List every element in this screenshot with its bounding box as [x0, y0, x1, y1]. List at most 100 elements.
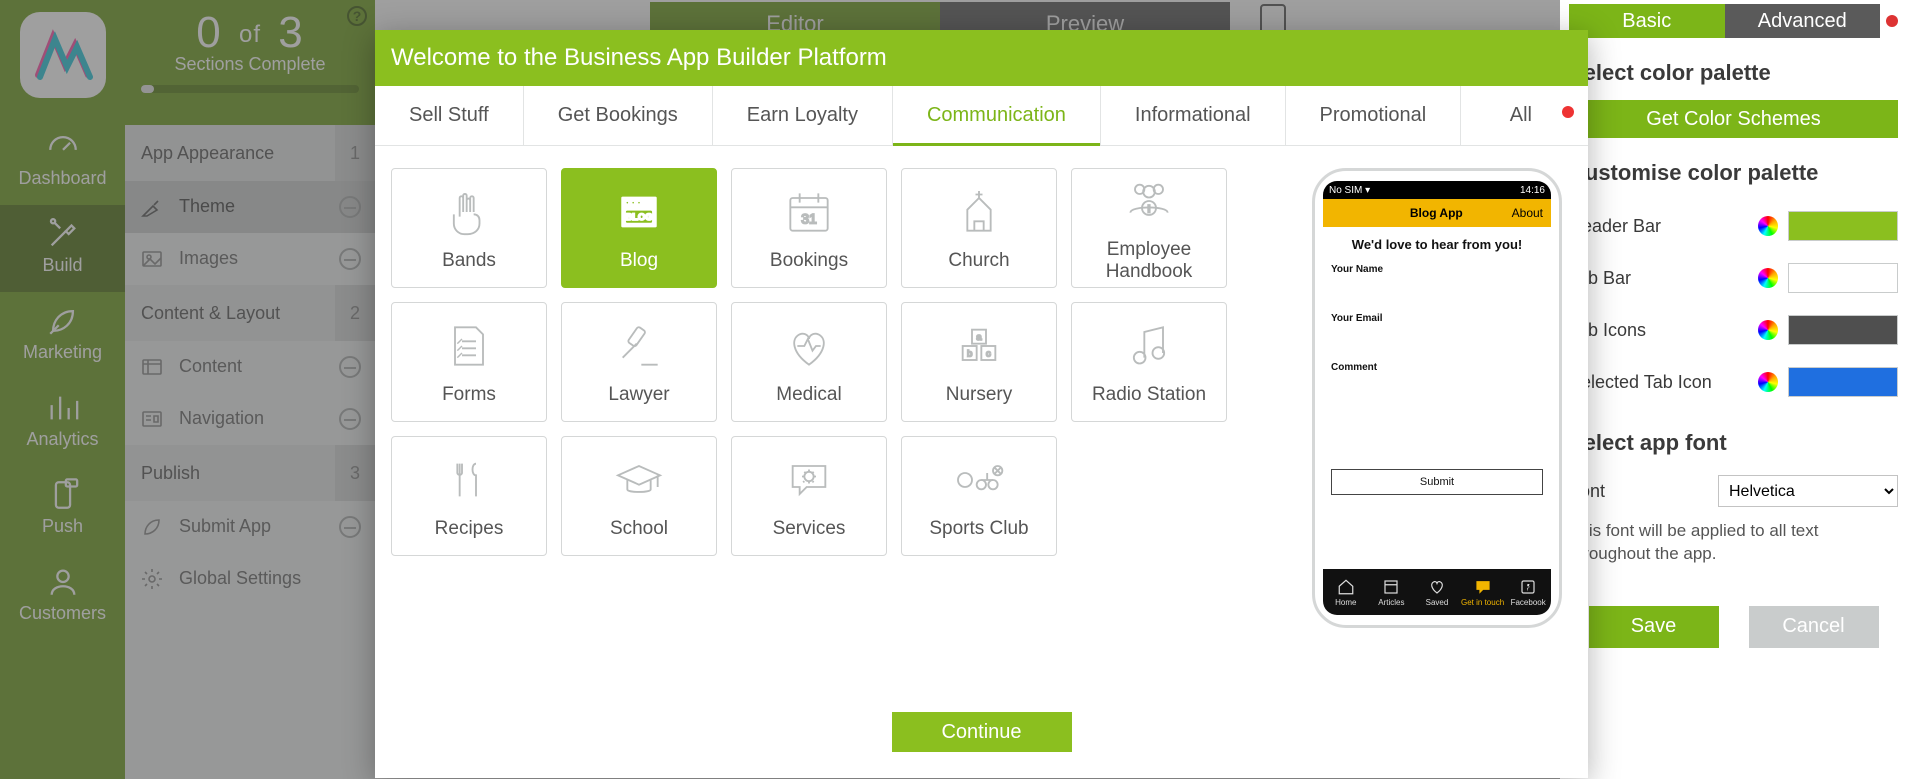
tile-radio-station[interactable]: Radio Station — [1071, 302, 1227, 422]
modal-tab-get-bookings[interactable]: Get Bookings — [524, 86, 713, 145]
tile-label: Lawyer — [608, 384, 669, 406]
row-tab-bar: Tab Bar — [1569, 252, 1898, 304]
modal-tab-sell-stuff[interactable]: Sell Stuff — [375, 86, 524, 145]
save-button[interactable]: Save — [1589, 606, 1719, 648]
mode-basic[interactable]: Basic — [1569, 4, 1725, 38]
modal-tab-label: Sell Stuff — [409, 104, 489, 126]
modal-tab-label: Promotional — [1320, 104, 1427, 126]
phone-email-label: Your Email — [1331, 313, 1543, 324]
form-icon — [441, 318, 497, 374]
tile-medical[interactable]: Medical — [731, 302, 887, 422]
tile-label: Bands — [442, 250, 496, 272]
row-header-bar: Header Bar — [1569, 200, 1898, 252]
phone-tab-label: Get in touch — [1461, 598, 1504, 607]
mode-advanced[interactable]: Advanced — [1725, 4, 1881, 38]
tile-sports-club[interactable]: Sports Club — [901, 436, 1057, 556]
people-info-icon: i — [1121, 173, 1177, 229]
row-selected-tab-label: Selected Tab Icon — [1569, 372, 1712, 393]
color-picker-icon[interactable] — [1758, 216, 1778, 236]
mode-basic-label: Basic — [1622, 10, 1671, 33]
modal-tab-promotional[interactable]: Promotional — [1286, 86, 1462, 145]
tile-services[interactable]: Services — [731, 436, 887, 556]
svg-text:31: 31 — [801, 211, 817, 227]
phone-submit-button: Submit — [1331, 469, 1543, 495]
swatch-selected-tab[interactable] — [1788, 367, 1898, 397]
tile-label: Blog — [620, 250, 658, 272]
phone-tab-facebook: Facebook — [1505, 569, 1551, 615]
tile-label: Recipes — [435, 518, 504, 540]
row-tab-icons: Tab Icons — [1569, 304, 1898, 356]
tile-blog[interactable]: BLOG Blog — [561, 168, 717, 288]
phone-appbar-about: About — [1512, 206, 1543, 220]
phone-tab-home: Home — [1323, 569, 1369, 615]
swatch-header-bar[interactable] — [1788, 211, 1898, 241]
phone-tab-label: Facebook — [1511, 598, 1546, 607]
phone-appbar-title: Blog App — [1361, 206, 1512, 220]
get-color-schemes-button[interactable]: Get Color Schemes — [1569, 100, 1898, 138]
color-picker-icon[interactable] — [1758, 372, 1778, 392]
tile-bands[interactable]: Bands — [391, 168, 547, 288]
modal-tab-label: All — [1510, 104, 1532, 126]
modal-tabs: Sell Stuff Get Bookings Earn Loyalty Com… — [375, 86, 1588, 146]
phone-submit-label: Submit — [1420, 476, 1454, 488]
phone-tabbar: Home Articles Saved Get in touch Faceboo… — [1323, 569, 1551, 615]
phone-tab-articles: Articles — [1369, 569, 1415, 615]
row-selected-tab: Selected Tab Icon — [1569, 356, 1898, 408]
modal-tab-label: Get Bookings — [558, 104, 678, 126]
tile-recipes[interactable]: Recipes — [391, 436, 547, 556]
heading-select-palette: Select color palette — [1569, 60, 1898, 86]
tile-employee-handbook[interactable]: i Employee Handbook — [1071, 168, 1227, 288]
modal-tab-all[interactable]: All — [1476, 86, 1588, 145]
tile-label: Radio Station — [1092, 384, 1206, 406]
tile-school[interactable]: School — [561, 436, 717, 556]
modal-tab-informational[interactable]: Informational — [1101, 86, 1286, 145]
tile-label: School — [610, 518, 668, 540]
svg-text:BLOG: BLOG — [626, 212, 653, 222]
tile-lawyer[interactable]: Lawyer — [561, 302, 717, 422]
tile-forms[interactable]: Forms — [391, 302, 547, 422]
phone-tab-label: Home — [1335, 598, 1356, 607]
tile-bookings[interactable]: 31 Bookings — [731, 168, 887, 288]
phone-tab-get-in-touch: Get in touch — [1460, 569, 1506, 615]
tile-nursery[interactable]: abc Nursery — [901, 302, 1057, 422]
color-picker-icon[interactable] — [1758, 268, 1778, 288]
phone-status-left: No SIM ▾ — [1329, 185, 1370, 196]
tile-label: Church — [948, 250, 1009, 272]
font-select[interactable]: Helvetica — [1718, 475, 1898, 507]
cancel-button-label: Cancel — [1782, 615, 1844, 637]
phone-comment-label: Comment — [1331, 362, 1543, 373]
cancel-button[interactable]: Cancel — [1749, 606, 1879, 648]
phone-statusbar: No SIM ▾ 14:16 — [1323, 181, 1551, 199]
tile-label: Employee Handbook — [1078, 239, 1220, 283]
svg-text:a: a — [976, 332, 982, 342]
modal-tab-label: Communication — [927, 104, 1066, 126]
modal-tab-communication[interactable]: Communication — [893, 86, 1101, 145]
color-picker-icon[interactable] — [1758, 320, 1778, 340]
swatch-tab-bar[interactable] — [1788, 263, 1898, 293]
save-button-label: Save — [1631, 615, 1677, 637]
swatch-tab-icons[interactable] — [1788, 315, 1898, 345]
modal-tab-label: Earn Loyalty — [747, 104, 858, 126]
blog-icon: BLOG — [611, 184, 667, 240]
rock-hand-icon — [441, 184, 497, 240]
sports-icon — [951, 452, 1007, 508]
gavel-icon — [611, 318, 667, 374]
continue-button[interactable]: Continue — [892, 712, 1072, 752]
tile-label: Medical — [776, 384, 841, 406]
church-icon — [951, 184, 1007, 240]
phone-tab-label: Saved — [1426, 598, 1449, 607]
continue-button-label: Continue — [941, 721, 1021, 743]
tile-label: Nursery — [946, 384, 1013, 406]
svg-text:i: i — [1148, 204, 1151, 216]
theme-editor-panel: Basic Advanced Select color palette Get … — [1561, 0, 1906, 779]
phone-tab-saved: Saved — [1414, 569, 1460, 615]
heading-customise: Customise color palette — [1569, 160, 1898, 186]
mode-advanced-label: Advanced — [1758, 10, 1847, 33]
utensils-icon — [441, 452, 497, 508]
notification-dot-icon — [1562, 106, 1574, 118]
graduation-cap-icon — [611, 452, 667, 508]
tile-church[interactable]: Church — [901, 168, 1057, 288]
modal-tab-label: Informational — [1135, 104, 1251, 126]
welcome-modal: Welcome to the Business App Builder Plat… — [375, 30, 1588, 778]
modal-tab-earn-loyalty[interactable]: Earn Loyalty — [713, 86, 893, 145]
